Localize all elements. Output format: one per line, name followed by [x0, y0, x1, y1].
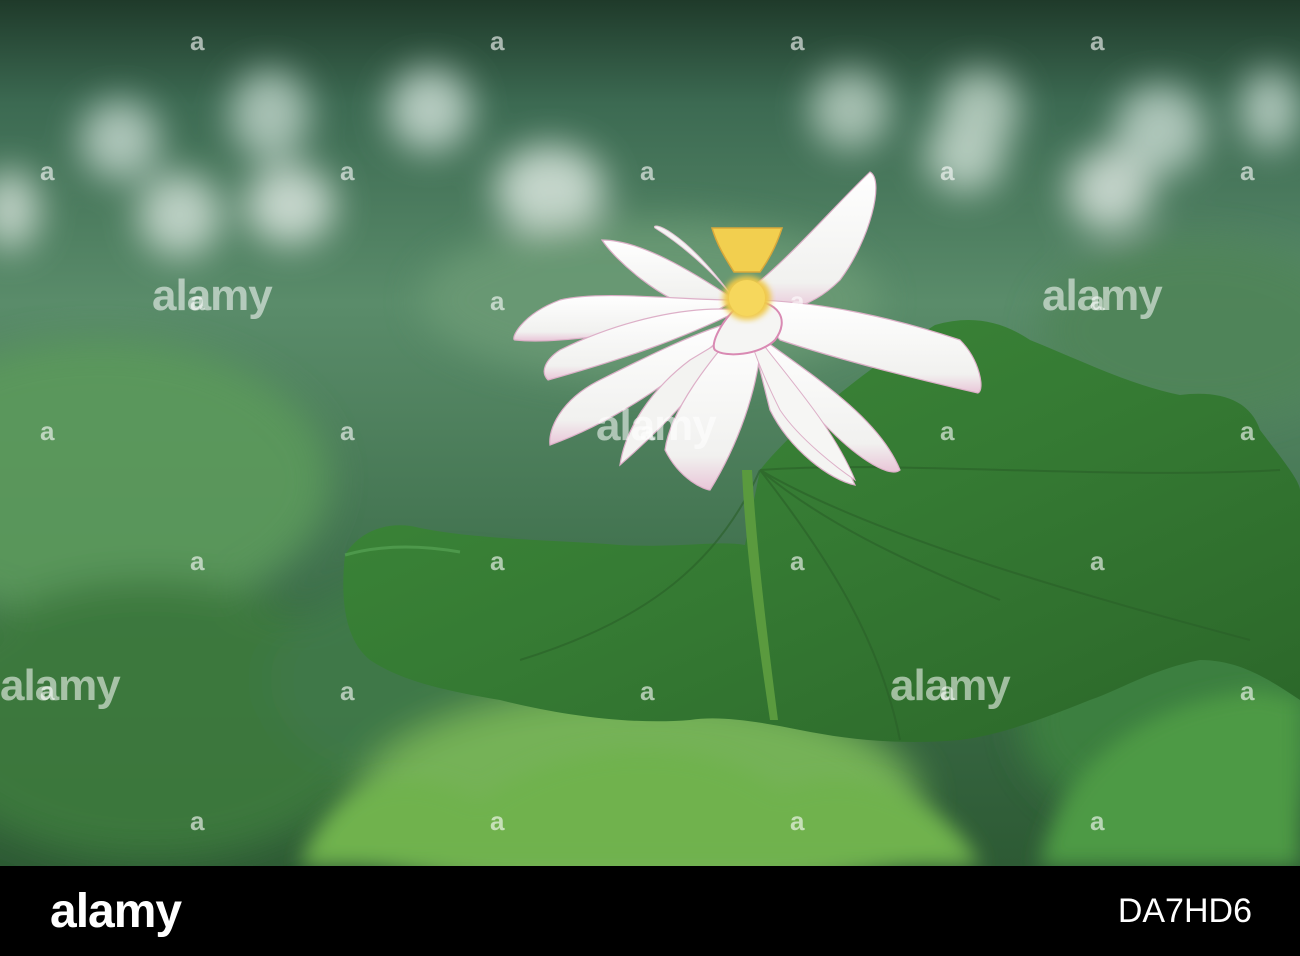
image-id-label: DA7HD6	[1117, 892, 1252, 930]
lotus-photo: a a a a a a a a a a a a a a a a a a a a …	[0, 0, 1300, 866]
alamy-logo: alamy	[50, 885, 182, 938]
footer-bar: alamy DA7HD6	[0, 866, 1300, 956]
stock-photo-frame: a a a a a a a a a a a a a a a a a a a a …	[0, 0, 1300, 956]
lotus-illustration	[0, 0, 1300, 866]
